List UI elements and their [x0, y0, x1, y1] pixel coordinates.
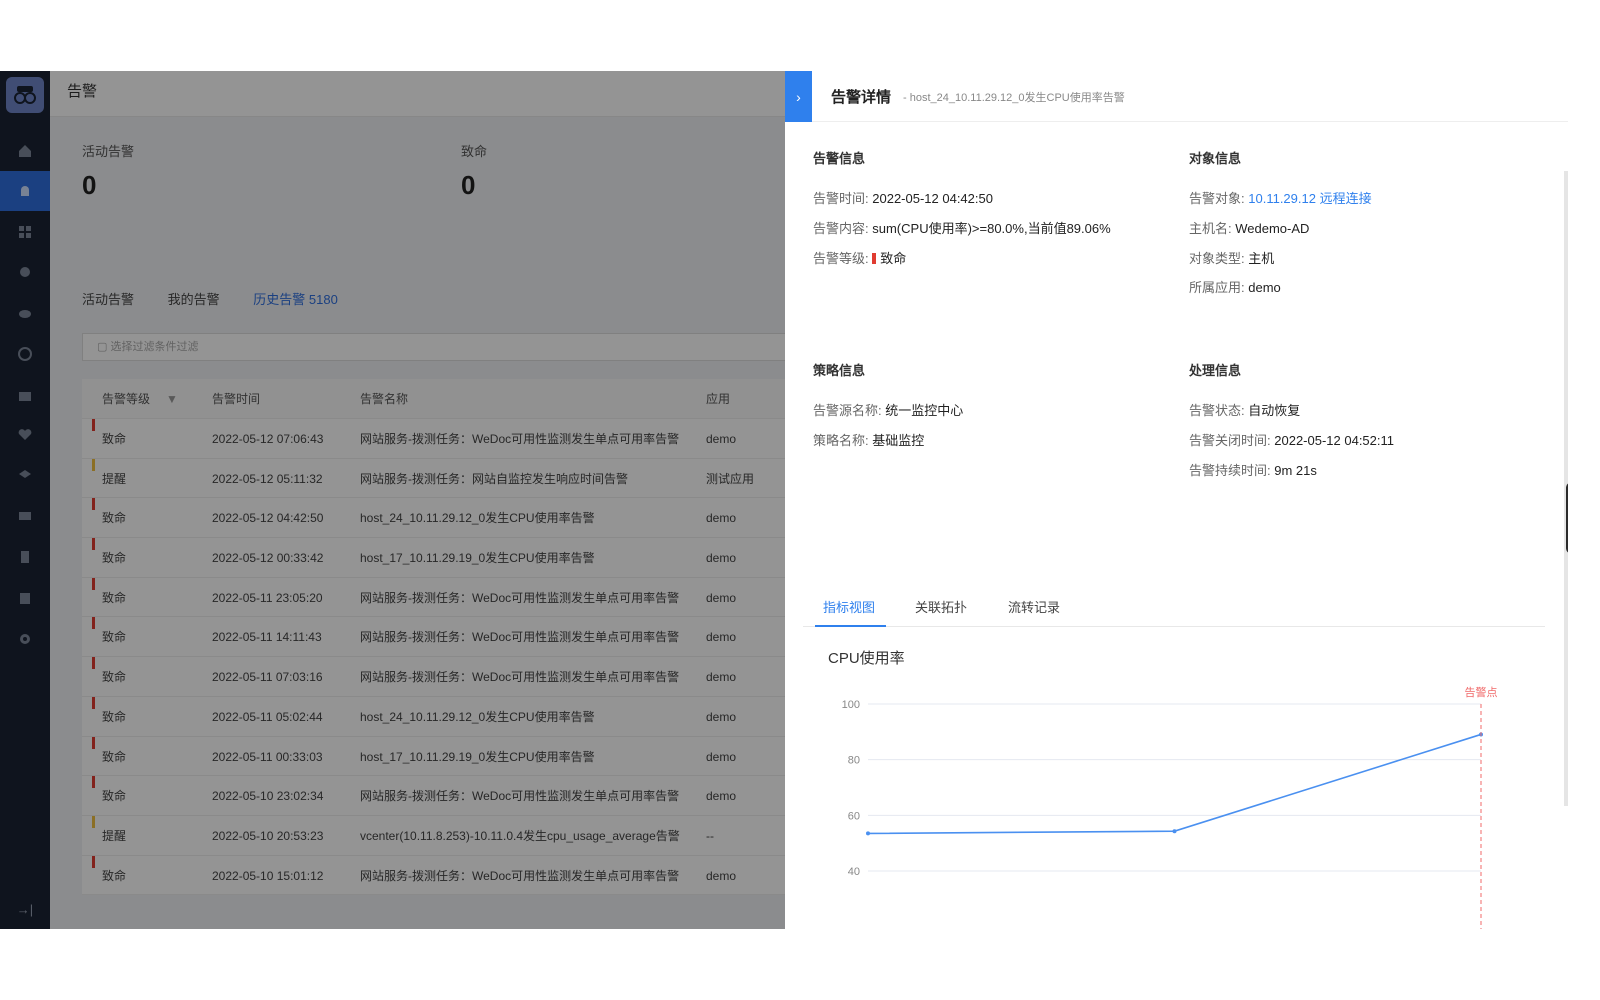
hostname-row: 主机名: Wedemo-AD [1189, 218, 1309, 237]
alert-time-label: 告警时间: [813, 191, 869, 206]
side-handle[interactable] [1566, 482, 1568, 554]
hostname-value: Wedemo-AD [1235, 221, 1310, 236]
alert-status-value: 自动恢复 [1248, 403, 1301, 418]
remote-connect-link[interactable]: 远程连接 [1320, 191, 1372, 206]
data-point [866, 831, 870, 836]
y-tick-label: 100 [842, 699, 860, 711]
detail-tabs: 指标视图 关联拓扑 流转记录 [803, 589, 1545, 627]
severity-marker [872, 253, 877, 264]
drawer-subtitle: - host_24_10.11.29.12_0发生CPU使用率告警 [903, 92, 1125, 104]
object-target-link[interactable]: 10.11.29.12 [1248, 191, 1316, 206]
section-alert-info: 告警信息 [813, 151, 866, 166]
alert-content-value: sum(CPU使用率)>=80.0%,当前值89.06% [872, 221, 1111, 236]
object-target-row: 告警对象: 10.11.29.12 远程连接 [1189, 188, 1372, 207]
object-app-value: demo [1248, 280, 1281, 295]
policy-name-label: 策略名称: [813, 433, 869, 448]
data-point [1172, 829, 1177, 834]
alert-content-label: 告警内容: [813, 221, 869, 236]
object-type-value: 主机 [1248, 251, 1275, 266]
tab-metric-view[interactable]: 指标视图 [823, 597, 875, 616]
policy-source-row: 告警源名称: 统一监控中心 [813, 400, 963, 419]
drawer-title: 告警详情 [831, 89, 892, 106]
duration-row: 告警持续时间: 9m 21s [1189, 460, 1317, 479]
object-type-row: 对象类型: 主机 [1189, 248, 1274, 267]
section-handle-info: 处理信息 [1189, 363, 1242, 378]
tab-flow-records[interactable]: 流转记录 [1008, 597, 1060, 616]
cpu-usage-chart: 100 80 60 40 告警点 [842, 685, 1498, 929]
alert-time-row: 告警时间: 2022-05-12 04:42:50 [813, 188, 993, 207]
series-line [867, 733, 1482, 835]
policy-source-label: 告警源名称: [813, 403, 882, 418]
modal-mask[interactable] [0, 71, 785, 929]
close-time-row: 告警关闭时间: 2022-05-12 04:52:11 [1189, 430, 1394, 449]
alarm-marker-label: 告警点 [1465, 685, 1498, 699]
close-time-value: 2022-05-12 04:52:11 [1274, 433, 1394, 448]
object-target-label: 告警对象: [1189, 191, 1245, 206]
section-policy-info: 策略信息 [813, 363, 866, 378]
alert-content-row: 告警内容: sum(CPU使用率)>=80.0%,当前值89.06% [813, 218, 1111, 237]
alert-detail-drawer: 告警详情 - host_24_10.11.29.12_0发生CPU使用率告警 告… [785, 71, 1568, 929]
policy-name-value: 基础监控 [872, 433, 925, 448]
alert-level-label: 告警等级: [813, 251, 869, 266]
y-tick-label: 40 [848, 866, 860, 878]
policy-name-row: 策略名称: 基础监控 [813, 430, 924, 449]
alert-time-value: 2022-05-12 04:42:50 [872, 191, 993, 206]
drawer-header: 告警详情 - host_24_10.11.29.12_0发生CPU使用率告警 [785, 71, 1568, 122]
duration-value: 9m 21s [1274, 463, 1317, 478]
object-type-label: 对象类型: [1189, 251, 1245, 266]
hostname-label: 主机名: [1189, 221, 1232, 236]
y-tick-label: 80 [848, 755, 860, 767]
close-time-label: 告警关闭时间: [1189, 433, 1271, 448]
object-app-label: 所属应用: [1189, 280, 1245, 295]
active-tab-indicator [815, 625, 886, 627]
chevron-right-icon[interactable]: › [785, 71, 812, 122]
duration-label: 告警持续时间: [1189, 463, 1271, 478]
chart-title: CPU使用率 [828, 650, 905, 667]
alert-level-row: 告警等级: 致命 [813, 248, 906, 267]
section-object-info: 对象信息 [1189, 151, 1242, 166]
alert-status-label: 告警状态: [1189, 403, 1245, 418]
y-tick-label: 60 [848, 810, 860, 822]
policy-source-value: 统一监控中心 [885, 403, 964, 418]
alert-status-row: 告警状态: 自动恢复 [1189, 400, 1300, 419]
tab-related-topology[interactable]: 关联拓扑 [915, 597, 967, 616]
object-app-row: 所属应用: demo [1189, 277, 1281, 296]
alert-level-value: 致命 [880, 251, 907, 266]
